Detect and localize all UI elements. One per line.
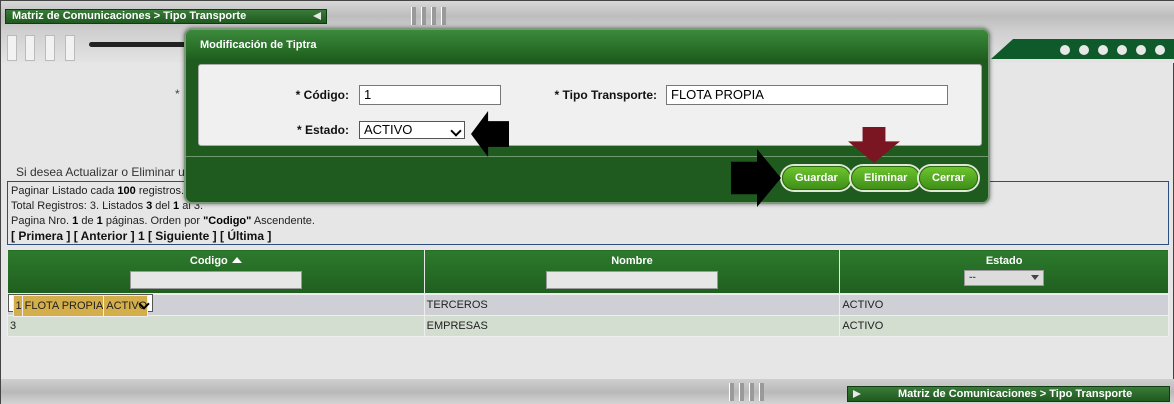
grip-icon	[411, 7, 416, 25]
dot-icon	[1098, 45, 1108, 55]
column-header-nombre[interactable]: Nombre	[423, 249, 841, 294]
tipo-transporte-label: * Tipo Transporte:	[554, 88, 657, 102]
filter-codigo-input[interactable]	[129, 271, 302, 289]
cell-nombre: EMPRESAS	[423, 315, 841, 337]
close-button[interactable]: Cerrar	[919, 166, 979, 190]
pager-prev[interactable]: [ Anterior ]	[74, 229, 135, 243]
background-required-mark: *	[175, 87, 180, 101]
delete-button[interactable]: Eliminar	[851, 166, 921, 190]
filter-nombre-input[interactable]	[545, 271, 718, 289]
breadcrumb-top-label: Matriz de Comunicaciones > Tipo Transpor…	[12, 10, 247, 22]
expand-right-icon[interactable]	[853, 390, 861, 398]
info-line-page: Pagina Nro. 1 de 1 páginas. Orden por "C…	[11, 215, 315, 227]
cell-codigo: 1	[12, 295, 23, 317]
cell-estado: ACTIVO	[103, 295, 149, 317]
dot-icon	[1136, 45, 1146, 55]
sort-asc-icon	[231, 257, 242, 263]
grip-icon	[759, 383, 764, 401]
pager: [ Primera ] [ Anterior ] 1 [ Siguiente ]…	[11, 229, 1165, 244]
breadcrumb-top: Matriz de Comunicaciones > Tipo Transpor…	[5, 9, 327, 24]
pager-last[interactable]: [ Última ]	[220, 229, 271, 243]
cell-codigo: 3	[7, 315, 425, 337]
dot-icon	[1117, 45, 1127, 55]
table-row[interactable]: 2 TERCEROS ACTIVO	[7, 294, 1169, 316]
dot-icon	[1155, 45, 1165, 55]
dot-icon	[1060, 45, 1070, 55]
column-header-estado[interactable]: Estado --	[839, 249, 1169, 294]
records-table: Codigo Nombre Estado -- 1 FLOTA PROPIA A…	[7, 249, 1169, 337]
decor-pill	[25, 35, 35, 61]
grip-icon	[739, 383, 744, 401]
decor-pill	[7, 35, 17, 61]
grip-icon	[749, 383, 754, 401]
tipo-transporte-input[interactable]: FLOTA PROPIA	[666, 85, 948, 105]
column-header-codigo[interactable]: Codigo	[7, 249, 425, 294]
filter-estado-select[interactable]: --	[964, 270, 1045, 286]
grip-icon	[441, 7, 446, 25]
grip-icon	[421, 7, 426, 25]
cell-estado: ACTIVO	[839, 294, 1169, 316]
cell-nombre: FLOTA PROPIA	[21, 295, 105, 317]
collapse-left-icon[interactable]	[313, 12, 321, 20]
table-row[interactable]: 3 EMPRESAS ACTIVO	[7, 315, 1169, 337]
decor-pill	[45, 35, 55, 61]
edit-dialog: Modificación de Tiptra * Código: 1 * Tip…	[184, 28, 990, 204]
grip-icon	[729, 383, 734, 401]
codigo-label: * Código:	[295, 88, 349, 102]
estado-select[interactable]: ACTIVO	[359, 121, 465, 139]
instructions-text: Si desea Actualizar o Eliminar u	[16, 165, 185, 179]
pager-next[interactable]: [ Siguiente ]	[148, 229, 217, 243]
decor-line	[89, 42, 189, 47]
save-button[interactable]: Guardar	[782, 166, 851, 190]
grip-icon	[431, 7, 436, 25]
codigo-input[interactable]: 1	[359, 85, 501, 105]
pager-current: 1	[137, 229, 145, 243]
dialog-title: Modificación de Tiptra	[186, 30, 988, 60]
estado-label: * Estado:	[296, 123, 349, 137]
breadcrumb-bottom: Matriz de Comunicaciones > Tipo Transpor…	[847, 386, 1170, 402]
cell-nombre: TERCEROS	[423, 294, 841, 316]
breadcrumb-bottom-label: Matriz de Comunicaciones > Tipo Transpor…	[898, 388, 1133, 400]
pager-first[interactable]: [ Primera ]	[11, 229, 70, 243]
table-row[interactable]: 1 FLOTA PROPIA ACTIVO	[7, 294, 154, 317]
cell-estado: ACTIVO	[839, 315, 1169, 337]
decor-pill	[65, 35, 75, 61]
dot-icon	[1079, 45, 1089, 55]
